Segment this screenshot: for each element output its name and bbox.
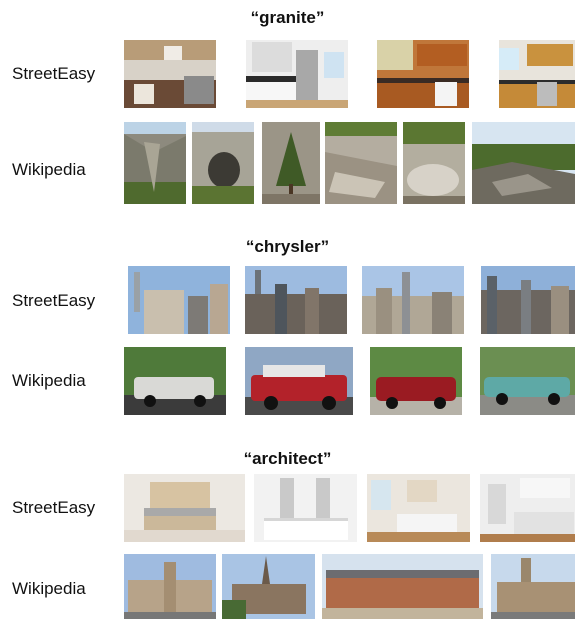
skyline-photo bbox=[245, 266, 347, 334]
kitchen-photo bbox=[124, 40, 216, 108]
granite-rock-photo bbox=[124, 122, 186, 204]
building-photo bbox=[322, 554, 483, 619]
row-label-wikipedia: Wikipedia bbox=[12, 371, 86, 390]
interior-photo bbox=[254, 474, 357, 542]
query-heading-architect: “architect” bbox=[243, 449, 332, 468]
building-photo bbox=[491, 554, 575, 619]
kitchen-photo bbox=[377, 40, 469, 108]
row-label-streeteasy: StreetEasy bbox=[12, 498, 96, 517]
row-label-streeteasy: StreetEasy bbox=[12, 291, 96, 310]
skyline-photo bbox=[481, 266, 575, 334]
query-heading-chrysler: “chrysler” bbox=[245, 237, 330, 256]
granite-rock-photo bbox=[192, 122, 254, 204]
granite-rock-photo bbox=[262, 122, 320, 204]
car-photo bbox=[370, 347, 462, 415]
granite-rock-photo bbox=[403, 122, 465, 204]
car-photo bbox=[480, 347, 575, 415]
granite-rock-photo bbox=[472, 122, 575, 204]
interior-photo bbox=[124, 474, 245, 542]
kitchen-photo bbox=[499, 40, 575, 108]
car-photo bbox=[124, 347, 226, 415]
granite-rock-photo bbox=[325, 122, 397, 204]
building-photo bbox=[124, 554, 216, 619]
car-photo bbox=[245, 347, 353, 415]
row-label-wikipedia: Wikipedia bbox=[12, 160, 86, 179]
interior-photo bbox=[480, 474, 575, 542]
row-label-streeteasy: StreetEasy bbox=[12, 64, 96, 83]
skyline-photo bbox=[362, 266, 464, 334]
row-label-wikipedia: Wikipedia bbox=[12, 579, 86, 598]
query-heading-granite: “granite” bbox=[250, 8, 325, 27]
interior-photo bbox=[367, 474, 470, 542]
building-photo bbox=[222, 554, 315, 619]
skyline-photo bbox=[128, 266, 230, 334]
kitchen-photo bbox=[246, 40, 348, 108]
